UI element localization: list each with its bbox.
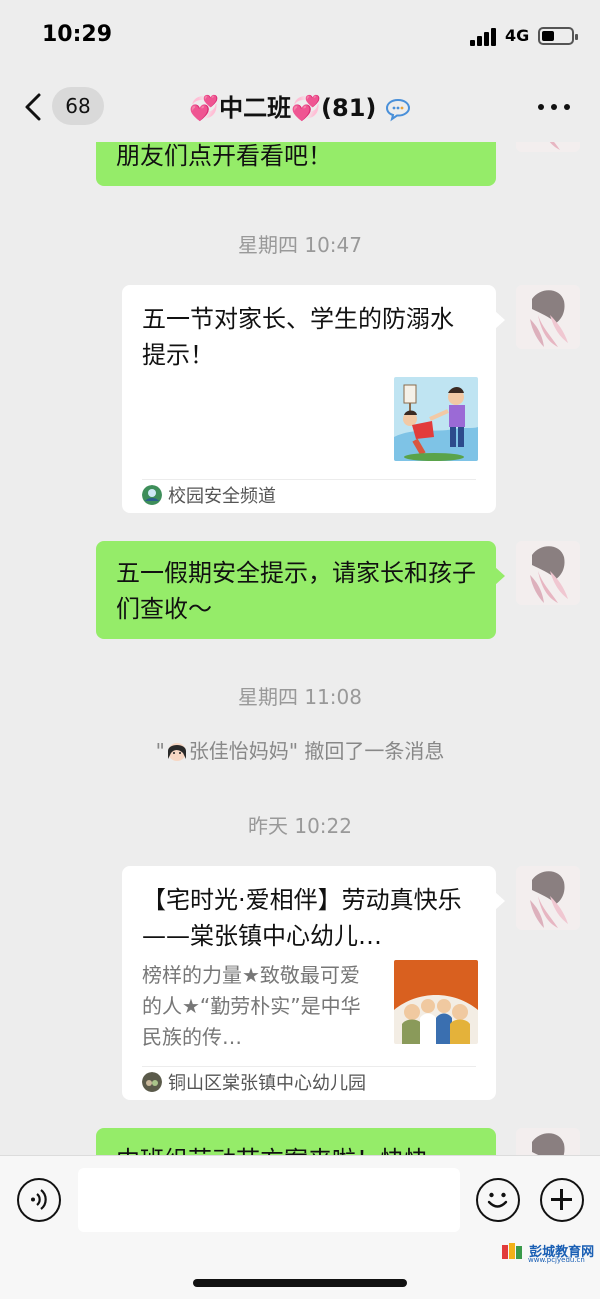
link-card-message[interactable]: 五一节对家长、学生的防溺水提示！ 校园安全频道 <box>122 285 505 513</box>
chat-header: 68 💞中二班💞(81) <box>0 70 600 142</box>
signal-icon <box>470 28 498 46</box>
speech-bubble-icon <box>385 98 410 122</box>
message-text-input[interactable] <box>78 1168 460 1232</box>
more-options-icon[interactable] <box>538 104 570 112</box>
status-bar: 10:29 4G <box>0 0 600 70</box>
card-source: 校园安全频道 <box>142 479 476 513</box>
sender-name[interactable]: 张佳怡妈妈 <box>189 739 289 763</box>
channel-logo-icon <box>142 485 162 505</box>
voice-waves-icon <box>31 1189 47 1210</box>
avatar[interactable] <box>516 285 580 349</box>
recalled-message-notice: " 张佳怡妈妈" 撤回了一条消息 <box>155 739 445 763</box>
watermark-url: www.pcjyedu.cn <box>528 1256 585 1264</box>
emoji-button[interactable] <box>476 1178 520 1222</box>
home-indicator[interactable] <box>193 1279 407 1287</box>
woman-emoji-icon <box>167 742 186 761</box>
network-label: 4G <box>505 26 530 45</box>
message-bubble-outgoing[interactable]: 五一假期安全提示，请家长和孩子们查收～ <box>96 541 505 639</box>
message-text: 五一假期安全提示，请家长和孩子们查收～ <box>116 559 476 623</box>
link-card-message[interactable]: 【宅时光·爱相伴】劳动真快乐——棠张镇中心幼儿… 榜样的力量★致敬最可爱的人★“… <box>122 866 505 1100</box>
card-source-label: 铜山区棠张镇中心幼儿园 <box>168 1073 366 1094</box>
card-thumbnail-image <box>394 377 478 461</box>
chat-input-bar <box>0 1155 600 1299</box>
group-name: 中二班 <box>219 94 292 122</box>
timestamp: 星期四 10:47 <box>238 233 362 257</box>
card-source-label: 校园安全频道 <box>168 486 276 507</box>
hearts-emoji-icon: 💞 <box>291 94 322 122</box>
smiley-face-icon <box>487 1192 508 1208</box>
card-thumbnail-image <box>394 960 478 1044</box>
kindergarten-logo-icon <box>142 1072 162 1092</box>
avatar[interactable] <box>516 866 580 930</box>
voice-input-button[interactable] <box>17 1178 61 1222</box>
books-logo-icon <box>502 1242 522 1259</box>
hearts-emoji-icon: 💞 <box>189 94 220 122</box>
site-watermark: 彭城教育网 www.pcjyedu.cn <box>500 1240 594 1264</box>
card-title: 五一节对家长、学生的防溺水提示！ <box>142 305 454 369</box>
timestamp: 星期四 11:08 <box>238 685 362 709</box>
chat-title[interactable]: 💞中二班💞(81) <box>0 88 600 123</box>
member-count: (81) <box>321 94 377 122</box>
card-source: 铜山区棠张镇中心幼儿园 <box>142 1066 476 1100</box>
message-text: 朋友们点开看看吧！ <box>116 142 332 170</box>
more-functions-plus-button[interactable] <box>540 1178 584 1222</box>
avatar[interactable] <box>516 541 580 605</box>
battery-icon <box>538 27 578 45</box>
card-description: 榜样的力量★致敬最可爱的人★“勤劳朴实”是中华民族的传… <box>142 963 361 1049</box>
status-time: 10:29 <box>42 22 113 47</box>
card-title: 【宅时光·爱相伴】劳动真快乐——棠张镇中心幼儿… <box>142 886 462 950</box>
timestamp: 昨天 10:22 <box>248 814 352 838</box>
